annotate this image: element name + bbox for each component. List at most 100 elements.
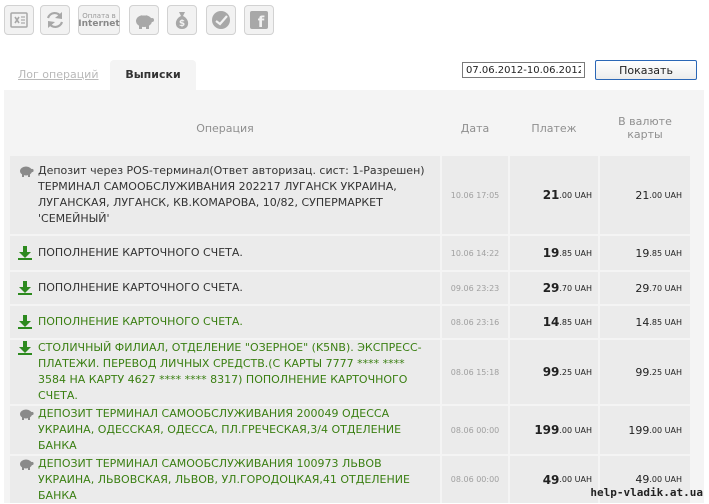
operation-cell: ДЕПОЗИТ ТЕРМИНАЛ САМООБСЛУЖИВАНИЯ 100973… (10, 456, 440, 503)
operation-description: СТОЛИЧНЫЙ ФИЛИАЛ, ОТДЕЛЕНИЕ "ОЗЕРНОЕ" (K… (38, 341, 422, 402)
card-currency-cell: 19.85 UAH (600, 236, 690, 270)
tab-statements[interactable]: Выписки (110, 60, 196, 90)
operation-cell: ПОПОЛНЕНИЕ КАРТОЧНОГО СЧЕТА. (10, 306, 440, 338)
operation-date: 08.06 15:18 (450, 367, 500, 377)
excel-icon (10, 12, 28, 28)
payment-amount-int: 21 (542, 188, 560, 202)
card-currency-cell: 99.25 UAH (600, 340, 690, 404)
operation-cell: Депозит через POS-терминал(Ответ авториз… (10, 156, 440, 234)
date-cell: 08.06 23:16 (442, 306, 508, 338)
facebook-glyph: f (258, 13, 265, 30)
payment-cell: 49.00 UAH (510, 456, 598, 503)
payment-cell: 14.85 UAH (510, 306, 598, 338)
table-row[interactable]: ПОПОЛНЕНИЕ КАРТОЧНОГО СЧЕТА. 08.06 23:16… (0, 306, 709, 338)
payment-amount-dec: .00 UAH (559, 190, 592, 200)
internet-payment-icon: Оплата в Internet (78, 12, 120, 29)
payment-amount-dec: .85 UAH (559, 317, 592, 327)
arrow-down-icon (18, 341, 32, 355)
card-currency-cell: 29.70 UAH (600, 272, 690, 304)
card-amount-dec: .85 UAH (649, 317, 682, 327)
operation-description: ПОПОЛНЕНИЕ КАРТОЧНОГО СЧЕТА. (38, 315, 243, 328)
date-cell: 10.06 17:05 (442, 156, 508, 234)
date-cell: 08.06 15:18 (442, 340, 508, 404)
payment-cell: 21.00 UAH (510, 156, 598, 234)
refresh-button[interactable] (40, 5, 70, 35)
deposit-button[interactable] (129, 5, 159, 35)
date-cell: 09.06 23:23 (442, 272, 508, 304)
piggy-bank-icon (18, 457, 34, 471)
card-currency-cell: 199.00 UAH (600, 406, 690, 454)
operation-date: 08.06 00:00 (450, 475, 500, 484)
table-row[interactable]: ДЕПОЗИТ ТЕРМИНАЛ САМООБСЛУЖИВАНИЯ 200049… (0, 406, 709, 454)
header-card-currency-line1: В валюте (618, 115, 672, 128)
refresh-icon (46, 11, 64, 29)
header-payment: Платеж (531, 121, 577, 135)
card-amount-dec: .85 UAH (649, 248, 682, 258)
table-row[interactable]: ПОПОЛНЕНИЕ КАРТОЧНОГО СЧЕТА. 09.06 23:23… (0, 272, 709, 304)
toolbar: Оплата в Internet $ f (0, 0, 709, 40)
table-row[interactable]: Депозит через POS-терминал(Ответ авториз… (0, 156, 709, 234)
card-amount-dec: .00 UAH (649, 190, 682, 200)
operation-cell: ПОПОЛНЕНИЕ КАРТОЧНОГО СЧЕТА. (10, 236, 440, 270)
payment-amount-dec: .25 UAH (559, 367, 592, 377)
payment-cell: 29.70 UAH (510, 272, 598, 304)
table-row[interactable]: СТОЛИЧНЫЙ ФИЛИАЛ, ОТДЕЛЕНИЕ "ОЗЕРНОЕ" (K… (0, 340, 709, 404)
payment-amount-int: 49 (542, 472, 560, 487)
operation-description: ДЕПОЗИТ ТЕРМИНАЛ САМООБСЛУЖИВАНИЯ 100973… (38, 456, 410, 502)
payment-amount-dec: .70 UAH (559, 283, 592, 293)
date-cell: 08.06 00:00 (442, 456, 508, 503)
check-button[interactable] (206, 5, 236, 35)
internet-payment-button[interactable]: Оплата в Internet (78, 5, 120, 35)
table-row[interactable]: ПОПОЛНЕНИЕ КАРТОЧНОГО СЧЕТА. 10.06 14:22… (0, 236, 709, 270)
check-circle-icon (212, 11, 230, 29)
operation-description: ПОПОЛНЕНИЕ КАРТОЧНОГО СЧЕТА. (38, 246, 243, 259)
facebook-icon: f (250, 11, 268, 30)
piggy-bank-icon (136, 14, 154, 29)
card-amount-int: 14 (635, 315, 650, 329)
card-currency-cell: 14.85 UAH (600, 306, 690, 338)
card-amount-dec: .25 UAH (649, 367, 682, 377)
payment-amount-int: 14 (542, 315, 560, 329)
payment-cell: 199.00 UAH (510, 406, 598, 454)
payment-amount-int: 29 (542, 281, 560, 295)
card-currency-cell: 21.00 UAH (600, 156, 690, 234)
card-amount-int: 29 (635, 281, 650, 295)
header-operation: Операция (196, 121, 254, 135)
card-amount-int: 99 (635, 365, 650, 379)
show-button[interactable]: Показать (595, 60, 697, 80)
header-card-currency: В валюте карты (600, 100, 690, 156)
watermark: help-vladik.at.ua (590, 486, 703, 499)
tab-log[interactable]: Лог операций (18, 60, 98, 90)
card-amount-dec: .00 UAH (649, 425, 682, 435)
export-excel-button[interactable] (4, 5, 34, 35)
operation-description: ДЕПОЗИТ ТЕРМИНАЛ САМООБСЛУЖИВАНИЯ 200049… (38, 407, 402, 452)
operation-date: 08.06 23:16 (450, 317, 500, 327)
money-button[interactable]: $ (167, 5, 197, 35)
date-cell: 10.06 14:22 (442, 236, 508, 270)
card-amount-int: 49 (635, 473, 650, 486)
operation-date: 10.06 17:05 (450, 190, 500, 200)
card-amount-int: 19 (635, 246, 650, 260)
svg-text:$: $ (179, 19, 185, 29)
money-bag-icon: $ (175, 12, 189, 29)
header-card-currency-line2: карты (627, 128, 663, 141)
tabs: Лог операций Выписки (4, 60, 444, 90)
arrow-down-icon (18, 281, 32, 295)
header-date: Дата (460, 121, 490, 135)
card-amount-int: 199 (628, 423, 650, 437)
facebook-button[interactable]: f (244, 5, 274, 35)
payment-amount-dec: .00 UAH (559, 475, 592, 484)
card-amount-int: 21 (635, 188, 650, 202)
arrow-down-icon (18, 246, 32, 260)
operation-description: Депозит через POS-терминал(Ответ авториз… (38, 164, 425, 225)
internet-payment-line2: Internet (78, 19, 120, 29)
operation-date: 09.06 23:23 (450, 283, 500, 293)
operation-cell: ДЕПОЗИТ ТЕРМИНАЛ САМООБСЛУЖИВАНИЯ 200049… (10, 406, 440, 454)
payment-amount-int: 19 (542, 246, 560, 260)
payment-amount-dec: .85 UAH (559, 248, 592, 258)
operation-description: ПОПОЛНЕНИЕ КАРТОЧНОГО СЧЕТА. (38, 281, 243, 294)
piggy-bank-icon (18, 407, 34, 421)
payment-cell: 19.85 UAH (510, 236, 598, 270)
date-range-input[interactable] (462, 62, 585, 78)
payment-amount-int: 99 (542, 365, 560, 379)
